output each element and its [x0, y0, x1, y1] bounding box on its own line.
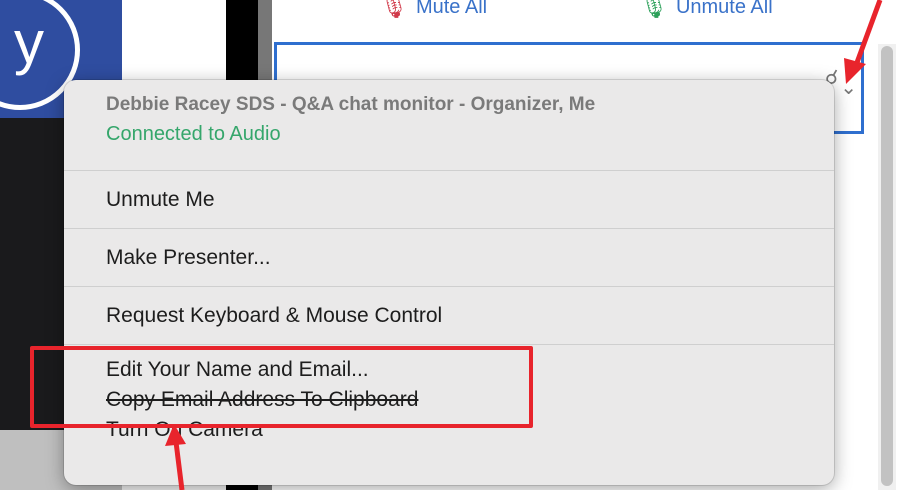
logo-letter: y: [14, 9, 44, 76]
unmute-all-label: Unmute All: [675, 0, 773, 18]
microphone-muted-icon: 🎙: [380, 0, 408, 19]
menu-header: Debbie Racey SDS - Q&A chat monitor - Or…: [64, 80, 834, 170]
mute-all-button[interactable]: 🎙 Mute All: [380, 0, 487, 20]
scrollbar-thumb[interactable]: [881, 46, 893, 486]
menu-title: Debbie Racey SDS - Q&A chat monitor - Or…: [106, 94, 596, 115]
audio-status: Connected to Audio: [106, 123, 281, 145]
microphone-icon: 🎙: [640, 0, 668, 19]
scrollbar[interactable]: [878, 44, 896, 490]
menu-item-make-presenter[interactable]: Make Presenter...: [64, 229, 834, 286]
menu-item-request-control[interactable]: Request Keyboard & Mouse Control: [64, 287, 834, 344]
chevron-down-icon[interactable]: ⌄: [840, 75, 857, 100]
mute-all-label: Mute All: [415, 0, 488, 18]
menu-item-unmute-me[interactable]: Unmute Me: [64, 171, 834, 228]
unmute-all-button[interactable]: 🎙 Unmute All: [640, 0, 773, 20]
annotation-highlight-box: [30, 346, 533, 428]
